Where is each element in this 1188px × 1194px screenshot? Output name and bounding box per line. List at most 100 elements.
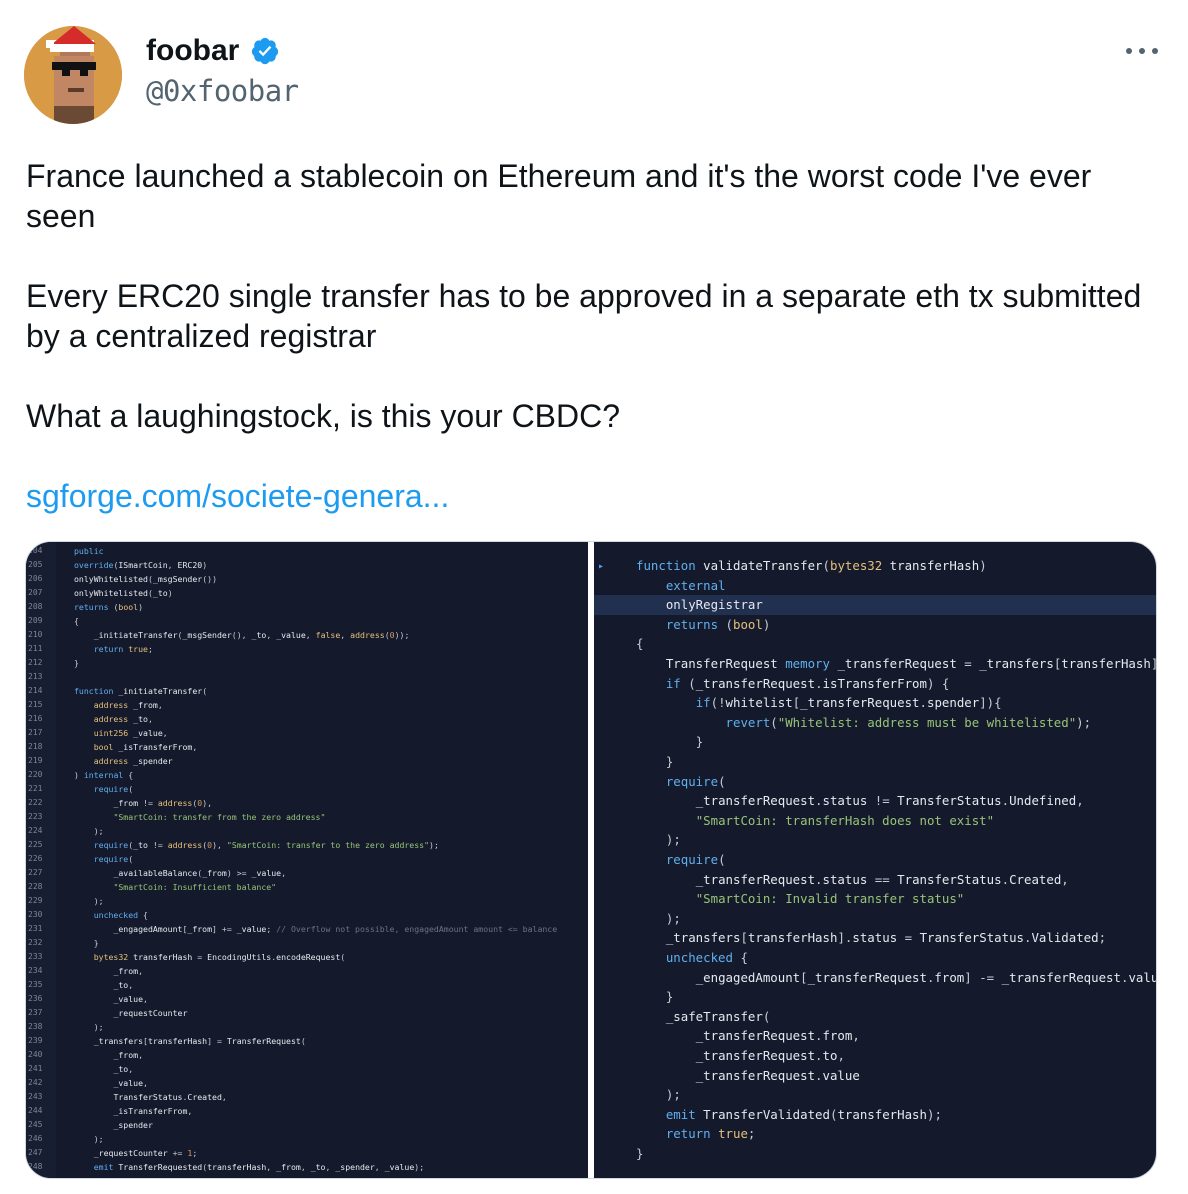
avatar[interactable] bbox=[24, 26, 122, 124]
line-number: 213 bbox=[28, 672, 43, 681]
code-line-highlighted: onlyRegistrar bbox=[594, 595, 1156, 615]
code-text: if (_transferRequest.isTransferFrom) { bbox=[665, 675, 950, 691]
line-number: 238 bbox=[28, 1022, 43, 1031]
line-number: 230 bbox=[28, 910, 43, 919]
code-text: _transferRequest.from, bbox=[695, 1028, 860, 1044]
code-line: function validateTransfer(bytes32 transf… bbox=[594, 556, 1156, 576]
author-display-name[interactable]: foobar bbox=[146, 34, 239, 68]
line-number: 226 bbox=[28, 854, 43, 863]
code-line: _transferRequest.from, bbox=[594, 1026, 1156, 1046]
code-text: returns (bool) bbox=[74, 602, 144, 612]
line-number: 207 bbox=[28, 588, 43, 597]
code-text: _safeTransfer( bbox=[665, 1008, 771, 1024]
code-text: _transferRequest.status != TransferStatu… bbox=[695, 793, 1084, 809]
code-text: unchecked { bbox=[93, 910, 148, 920]
code-line: return true; bbox=[594, 1124, 1156, 1144]
code-text: address _to, bbox=[93, 714, 153, 724]
verified-badge-icon bbox=[251, 37, 278, 65]
code-text: return true; bbox=[665, 1126, 756, 1142]
code-text: _spender bbox=[113, 1120, 153, 1130]
code-text: } bbox=[636, 1146, 644, 1161]
code-text: return true; bbox=[93, 644, 153, 654]
code-line: require( bbox=[594, 772, 1156, 792]
tweet-text: France launched a stablecoin on Ethereum… bbox=[26, 156, 1146, 516]
code-text: TransferRequest memory _transferRequest … bbox=[665, 656, 1156, 671]
code-line: unchecked { bbox=[594, 948, 1156, 968]
line-number: 204 bbox=[28, 546, 43, 555]
code-line: revert("Whitelist: address must be white… bbox=[594, 713, 1156, 733]
line-number: 221 bbox=[28, 784, 43, 793]
tweet-paragraph-3: What a laughingstock, is this your CBDC? bbox=[26, 398, 621, 434]
line-number: 209 bbox=[28, 616, 43, 625]
line-number: 248 bbox=[28, 1162, 43, 1171]
cryptopunk-avatar-icon bbox=[24, 26, 122, 124]
code-text: ) internal { bbox=[74, 770, 134, 780]
more-options-icon[interactable] bbox=[1124, 40, 1160, 60]
code-text: } bbox=[695, 734, 704, 750]
line-number: 205 bbox=[28, 560, 43, 569]
tweet-paragraph-2: Every ERC20 single transfer has to be ap… bbox=[26, 278, 1142, 354]
code-text: unchecked { bbox=[665, 950, 748, 965]
code-text: } bbox=[93, 938, 99, 948]
code-text: ); bbox=[665, 1087, 681, 1103]
code-text: _transferRequest.status == TransferStatu… bbox=[695, 871, 1069, 887]
code-screenshot-left[interactable]: 204 public 205 override(ISmartCoin, ERC20) 2… bbox=[26, 542, 588, 1178]
code-text: ); bbox=[665, 910, 681, 926]
line-number: 214 bbox=[28, 686, 43, 695]
line-number: 243 bbox=[28, 1092, 43, 1101]
code-line: _safeTransfer( bbox=[594, 1007, 1156, 1027]
code-line: TransferRequest memory _transferRequest … bbox=[594, 654, 1156, 674]
code-text: onlyWhitelisted(_to) bbox=[74, 588, 173, 598]
line-number: 229 bbox=[28, 896, 43, 905]
line-number: 212 bbox=[28, 658, 43, 667]
code-text: onlyRegistrar bbox=[665, 597, 763, 613]
code-line: _transfers[transferHash].status = Transf… bbox=[594, 928, 1156, 948]
code-text: } bbox=[74, 658, 79, 668]
code-text: _value, bbox=[113, 994, 148, 1004]
code-text: address _from, bbox=[93, 700, 163, 710]
code-text: _transfers[transferHash] = TransferReque… bbox=[93, 1036, 306, 1046]
code-text: public bbox=[74, 546, 104, 556]
author-handle[interactable]: @0xfoobar bbox=[146, 74, 299, 108]
code-line: _transferRequest.to, bbox=[594, 1046, 1156, 1066]
line-number: 236 bbox=[28, 994, 43, 1003]
code-line: _transferRequest.status != TransferStatu… bbox=[594, 791, 1156, 811]
line-number: 223 bbox=[28, 812, 43, 821]
code-text: _transferRequest.value bbox=[695, 1067, 860, 1083]
code-text: _engagedAmount[_from] += _value; // Over… bbox=[113, 924, 558, 934]
tweet-media[interactable]: 204 public 205 override(ISmartCoin, ERC20) 2… bbox=[25, 541, 1157, 1179]
author-names: foobar @0xfoobar bbox=[146, 34, 299, 108]
code-text: revert("Whitelist: address must be white… bbox=[725, 714, 1092, 730]
code-line: ); bbox=[594, 830, 1156, 850]
code-text: require( bbox=[93, 784, 134, 794]
code-text: } bbox=[665, 754, 674, 769]
code-text: ); bbox=[93, 1022, 104, 1032]
line-number: 235 bbox=[28, 980, 43, 989]
tweet-link[interactable]: sgforge.com/societe-genera... bbox=[26, 478, 449, 514]
code-line: _engagedAmount[_transferRequest.from] -=… bbox=[594, 968, 1156, 988]
code-text: TransferStatus.Created, bbox=[113, 1092, 227, 1102]
code-text: } bbox=[665, 989, 674, 1005]
line-number: 206 bbox=[28, 574, 43, 583]
line-number: 244 bbox=[28, 1106, 43, 1115]
code-text: _engagedAmount[_transferRequest.from] -=… bbox=[695, 969, 1156, 985]
code-text: address _spender bbox=[93, 756, 173, 766]
code-screenshot-right[interactable]: ▸ function validateTransfer(bytes32 tran… bbox=[594, 542, 1156, 1178]
line-number: 225 bbox=[28, 840, 43, 849]
code-line: if(!whitelist[_transferRequest.spender])… bbox=[594, 693, 1156, 713]
code-text: _to, bbox=[113, 980, 134, 990]
code-line: "SmartCoin: transferHash does not exist" bbox=[594, 811, 1156, 831]
code-text: onlyWhitelisted(_msgSender()) bbox=[74, 574, 217, 584]
code-line: } bbox=[594, 987, 1156, 1007]
code-text: _availableBalance(_from) >= _value, bbox=[113, 868, 287, 878]
code-text: "SmartCoin: transfer from the zero addre… bbox=[113, 812, 326, 822]
line-number: 241 bbox=[28, 1064, 43, 1073]
code-line: } bbox=[594, 732, 1156, 752]
line-number: 215 bbox=[28, 700, 43, 709]
line-number: 234 bbox=[28, 966, 43, 975]
line-number: 247 bbox=[28, 1148, 43, 1157]
code-text: bool _isTransferFrom, bbox=[93, 742, 198, 752]
code-text: override(ISmartCoin, ERC20) bbox=[74, 560, 208, 570]
line-number: 228 bbox=[28, 882, 43, 891]
code-text: _initiateTransfer(_msgSender(), _to, _va… bbox=[93, 630, 410, 640]
